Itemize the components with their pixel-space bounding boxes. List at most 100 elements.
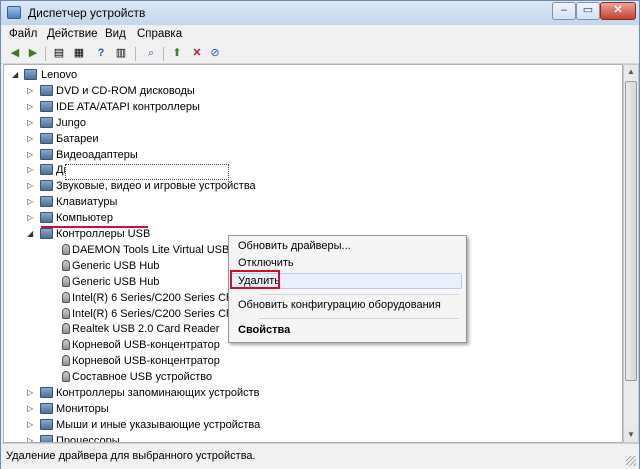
uninstall-icon[interactable]: ✕	[189, 46, 205, 61]
expand-arrow-icon[interactable]: ▷	[27, 132, 33, 146]
context-update-drivers[interactable]: Обновить драйверы...	[238, 240, 351, 252]
tree-item-label: Корневой USB-концентратор	[72, 339, 220, 352]
expand-arrow-icon[interactable]: ▷	[27, 148, 33, 162]
expand-arrow-icon[interactable]: ▷	[27, 195, 33, 209]
expand-arrow-icon[interactable]: ▷	[27, 402, 33, 416]
menu-view[interactable]: Вид	[105, 28, 126, 40]
usb-device-icon	[62, 291, 70, 303]
tree-item-label: Видеоадаптеры	[56, 148, 138, 161]
list-icon[interactable]: ▥	[113, 46, 129, 61]
minimize-button[interactable]: –	[552, 2, 576, 20]
scroll-down-icon[interactable]: ▼	[624, 428, 638, 442]
tree-category[interactable]: ▷ Jungo	[4, 116, 604, 130]
tree-item-label: Батареи	[56, 132, 99, 145]
scroll-thumb[interactable]	[625, 81, 637, 381]
scroll-up-icon[interactable]: ▲	[624, 65, 638, 79]
menu-file[interactable]: Файл	[9, 28, 37, 40]
expand-arrow-icon[interactable]: ▷	[27, 418, 33, 432]
update-driver-icon[interactable]: ⬆	[169, 46, 185, 61]
menu-action[interactable]: Действие	[47, 28, 98, 40]
maximize-button[interactable]: ▭	[576, 2, 600, 20]
tree-item-label: Мыши и иные указывающие устройства	[56, 418, 261, 431]
tree-category[interactable]: ▷ Мониторы	[4, 402, 604, 416]
tree-item-label: Мониторы	[56, 402, 109, 415]
expand-arrow-icon[interactable]: ▷	[27, 386, 33, 400]
tree-item-label: Generic USB Hub	[72, 275, 160, 288]
collapse-arrow-icon[interactable]: ◢	[12, 68, 18, 82]
back-icon[interactable]: ◀	[7, 46, 23, 61]
tree-item-label: Клавиатуры	[56, 196, 118, 209]
status-bar: Удаление драйвера для выбранного устройс…	[1, 443, 639, 469]
collapse-arrow-icon[interactable]: ◢	[27, 227, 33, 241]
device-manager-icon	[7, 6, 21, 19]
device-category-icon	[40, 148, 53, 160]
expand-arrow-icon[interactable]: ▷	[27, 434, 33, 442]
tree-item-label: Контроллеры запоминающих устройств	[56, 387, 260, 399]
device-category-icon	[40, 434, 53, 442]
tree-category[interactable]: ▷ Видеоадаптеры	[4, 148, 604, 162]
properties-icon[interactable]: ▤	[51, 46, 67, 61]
usb-device-icon	[62, 355, 70, 367]
help-icon[interactable]: ?	[93, 46, 109, 61]
tree-item-label: Intel(R) 6 Series/C200 Series Chip	[72, 307, 241, 320]
device-category-icon	[40, 387, 53, 398]
close-button[interactable]: ✕	[600, 2, 636, 20]
device-category-icon	[40, 164, 53, 176]
device-category-icon	[40, 180, 53, 192]
device-category-icon	[40, 228, 53, 239]
expand-arrow-icon[interactable]: ▷	[27, 100, 33, 114]
disable-icon[interactable]: ⊘	[207, 46, 223, 61]
context-separator	[259, 294, 459, 295]
tree-category[interactable]: ▷ Компьютер	[4, 211, 604, 225]
tree-item-label: Компьютер	[56, 212, 113, 225]
tree-category[interactable]: ▷ Контроллеры запоминающих устройств	[4, 386, 604, 400]
tree-usb-device[interactable]: Составное USB устройство	[4, 370, 604, 384]
usb-device-icon	[62, 243, 70, 255]
expand-arrow-icon[interactable]: ▷	[27, 211, 33, 225]
tree-item-label: Корневой USB-концентратор	[72, 355, 220, 368]
tree-category[interactable]: ▷ Звуковые, видео и игровые устройства	[4, 179, 604, 193]
tree-root-lenovo[interactable]: ◢ Lenovo	[4, 68, 604, 82]
usb-device-icon	[62, 259, 70, 271]
tree-category[interactable]: ▷ Процессоры	[4, 434, 604, 443]
tree-category[interactable]: ▷ DVD и CD-ROM дисководы	[4, 84, 604, 98]
uninstall-red-outline	[230, 270, 280, 289]
tree-item-label: Процессоры	[56, 434, 120, 443]
context-properties[interactable]: Свойства	[238, 324, 290, 336]
tree-item-label: Jungo	[56, 116, 86, 129]
expand-arrow-icon[interactable]: ▷	[27, 84, 33, 98]
tree-category[interactable]: ▷ Клавиатуры	[4, 195, 604, 209]
usb-device-icon	[62, 339, 70, 351]
tree-usb-device[interactable]: Корневой USB-концентратор	[4, 354, 604, 368]
tree-category[interactable]: ▷ IDE ATA/ATAPI контроллеры	[4, 100, 604, 114]
menu-help[interactable]: Справка	[137, 28, 182, 40]
resize-grip[interactable]	[626, 456, 636, 466]
view-icon[interactable]: ▦	[71, 46, 87, 61]
vertical-scrollbar[interactable]: ▲ ▼	[623, 64, 639, 443]
device-category-icon	[40, 418, 53, 430]
tree-category[interactable]: ▷ Мыши и иные указывающие устройства	[4, 418, 604, 432]
device-category-icon	[24, 69, 37, 80]
tree-item-label: Generic USB Hub	[72, 259, 160, 272]
tree-item-label: Lenovo	[41, 69, 78, 81]
tree-item-label: DAEMON Tools Lite Virtual USB B	[72, 243, 240, 256]
scan-hardware-icon[interactable]: ⌕	[143, 46, 159, 61]
device-category-icon	[40, 100, 53, 112]
usb-device-icon	[62, 307, 70, 319]
expand-arrow-icon[interactable]: ▷	[27, 163, 33, 177]
tree-item-label: IDE ATA/ATAPI контроллеры	[56, 100, 200, 113]
tree-category[interactable]: ▷ Батареи	[4, 132, 604, 146]
expand-arrow-icon[interactable]: ▷	[27, 179, 33, 193]
device-category-icon	[40, 402, 53, 414]
tree-item-label: DVD и CD-ROM дисководы	[56, 84, 195, 97]
context-menu: Обновить драйверы... Отключить Удалить О…	[228, 235, 467, 343]
title-bar[interactable]: Диспетчер устройств – ▭ ✕	[1, 1, 639, 26]
expand-arrow-icon[interactable]: ▷	[27, 116, 33, 130]
toolbar-separator	[163, 47, 164, 61]
context-scan-hardware[interactable]: Обновить конфигурацию оборудования	[238, 299, 441, 311]
forward-icon[interactable]: ▶	[25, 46, 41, 61]
context-disable[interactable]: Отключить	[238, 257, 294, 269]
toolbar-separator	[45, 47, 46, 61]
tree-item-label: Звуковые, видео и игровые устройства	[56, 180, 256, 193]
tree-item-label: Intel(R) 6 Series/C200 Series Chip	[72, 291, 241, 304]
